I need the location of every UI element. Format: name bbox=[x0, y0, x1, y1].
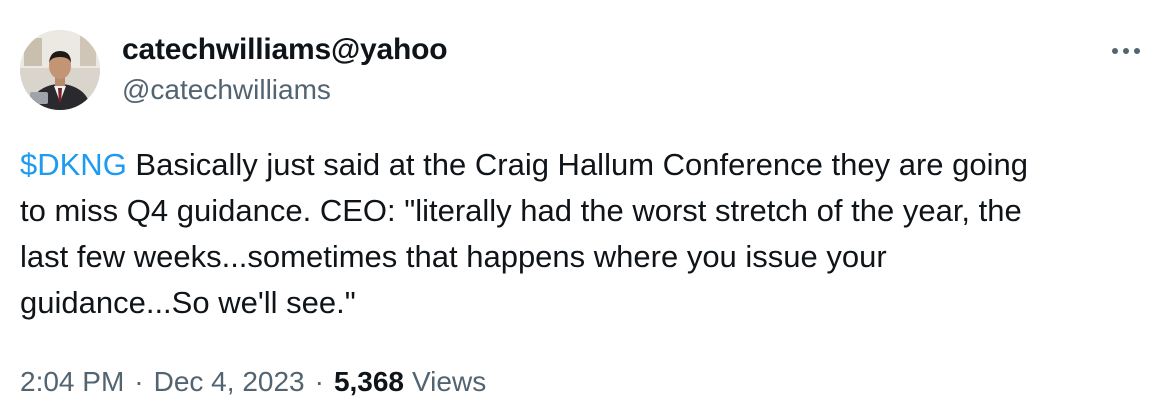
timestamp-date[interactable]: Dec 4, 2023 bbox=[154, 362, 305, 402]
cashtag-link[interactable]: $DKNG bbox=[20, 147, 127, 182]
tweet-header: catechwilliams@yahoo @catechwilliams bbox=[20, 28, 448, 112]
avatar[interactable] bbox=[20, 30, 100, 110]
tweet-card: catechwilliams@yahoo @catechwilliams $DK… bbox=[0, 0, 1170, 420]
more-options-button[interactable] bbox=[1104, 36, 1148, 68]
tweet-text: $DKNG Basically just said at the Craig H… bbox=[20, 142, 1150, 326]
meta-separator: · bbox=[314, 366, 324, 397]
timestamp-time[interactable]: 2:04 PM bbox=[20, 362, 124, 402]
display-name[interactable]: catechwilliams@yahoo bbox=[122, 31, 448, 69]
avatar-image bbox=[20, 30, 100, 110]
user-handle[interactable]: @catechwilliams bbox=[122, 71, 447, 109]
views-count[interactable]: 5,368 bbox=[334, 362, 404, 402]
author-names: catechwilliams@yahoo @catechwilliams bbox=[122, 31, 448, 109]
tweet-meta: 2:04 PM · Dec 4, 2023 · 5,368 Views bbox=[20, 362, 486, 402]
views-label: Views bbox=[412, 366, 487, 397]
more-horizontal-icon bbox=[1110, 43, 1142, 61]
meta-separator: · bbox=[134, 366, 144, 397]
tweet-body: Basically just said at the Craig Hallum … bbox=[20, 147, 1028, 320]
